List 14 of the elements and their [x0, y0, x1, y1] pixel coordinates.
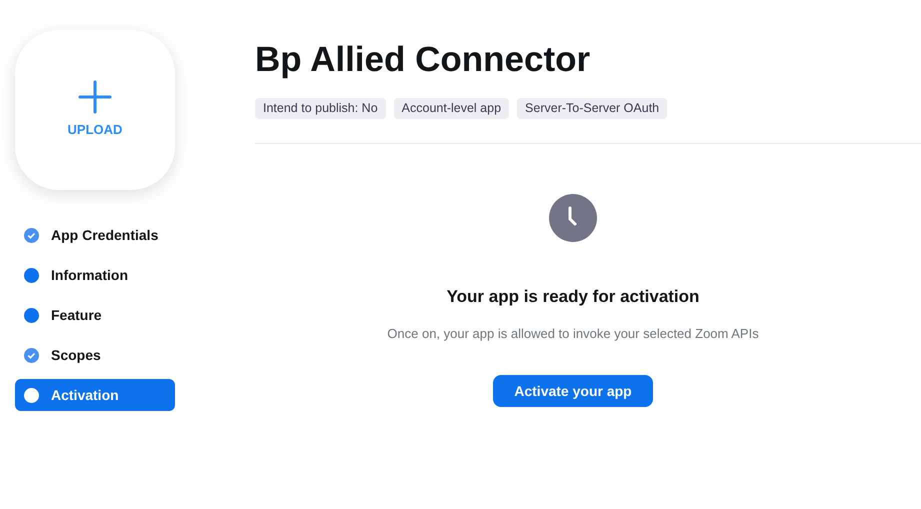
plus-icon	[78, 80, 112, 114]
clock-icon	[549, 194, 597, 242]
app-title: Bp Allied Connector	[255, 39, 592, 81]
activation-heading: Your app is ready for activation	[446, 286, 700, 308]
tag: Account-level app	[394, 98, 510, 119]
tag: Intend to publish: No	[255, 98, 386, 119]
tag: Server-To-Server OAuth	[517, 98, 668, 119]
step-item[interactable]: Information	[15, 259, 175, 291]
step-item[interactable]: Scopes	[15, 339, 175, 371]
step-item[interactable]: Feature	[15, 299, 175, 331]
step-item[interactable]: App Credentials	[15, 219, 175, 251]
step-item[interactable]: Activation	[15, 379, 175, 411]
activate-button[interactable]: Activate your app	[493, 375, 653, 407]
activation-description: Once on, your app is allowed to invoke your selected Zoom APIs	[387, 324, 759, 343]
